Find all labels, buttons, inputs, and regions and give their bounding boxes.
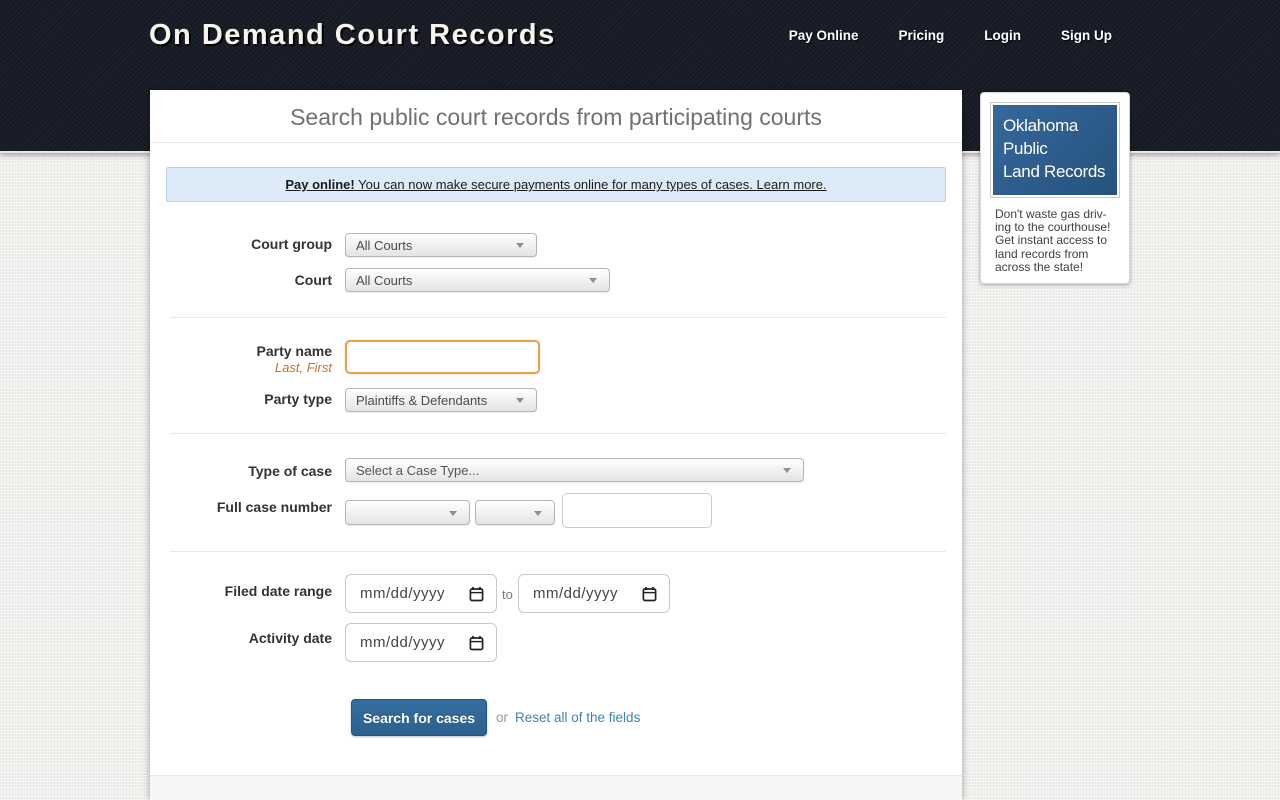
ad-title-line: Oklahoma [1003,116,1079,135]
court-group-select[interactable]: All Courts [345,233,537,257]
nav-sign-up[interactable]: Sign Up [1061,28,1112,43]
ad-text-line: across the state! [995,259,1084,274]
court-label: Court [294,272,332,288]
nav-pay-online[interactable]: Pay Online [789,28,859,43]
banner-bold-text: Pay online! [285,177,355,192]
page: On Demand Court Records Pay Online Prici… [0,0,1280,800]
party-type-select[interactable]: Plaintiffs & Defendants [345,388,537,412]
section-divider [170,317,946,318]
page-title: Search public court records from partici… [150,90,962,143]
section-divider [170,433,946,434]
or-text: or [496,710,509,725]
court-group-label: Court group [251,236,332,252]
case-number-year-select[interactable] [475,500,555,525]
case-number-prefix-select[interactable] [345,500,470,525]
court-select[interactable]: All Courts [345,268,610,292]
ad-title-line: Land Records [1003,162,1106,181]
party-name-input[interactable] [345,340,540,374]
chevron-down-icon [516,243,524,248]
banner-text-wrap: Pay online! You can now make secure paym… [285,177,826,192]
banner-text: You can now make secure payments online … [354,177,757,192]
court-group-value: All Courts [356,238,413,253]
case-type-value: Select a Case Type... [356,463,480,478]
filed-date-range-label: Filed date range [224,583,332,599]
main-nav: Pay Online Pricing Login Sign Up [789,28,1112,43]
filed-date-from-input[interactable]: mm/dd/yyyy [345,574,497,613]
case-type-select[interactable]: Select a Case Type... [345,458,804,482]
section-divider [170,551,946,552]
court-value: All Courts [356,273,413,288]
date-range-joiner: to [502,587,513,602]
ad-text-line: land records from [995,246,1089,261]
search-for-cases-button[interactable]: Search for cases [351,699,487,736]
search-panel: Search public court records from partici… [150,90,962,800]
case-number-input[interactable] [562,493,712,528]
ad-text-line: Get instant access to [995,233,1108,248]
activity-date-label: Activity date [248,630,332,646]
chevron-down-icon [589,278,597,283]
chevron-down-icon [516,398,524,403]
calendar-icon[interactable] [469,635,484,651]
banner-learn-more-link[interactable]: Learn more. [757,177,827,192]
activity-date-input[interactable]: mm/dd/yyyy [345,623,497,662]
chevron-down-icon [449,511,457,516]
date-placeholder: mm/dd/yyyy [360,585,446,602]
land-records-ad-banner[interactable]: Oklahoma Public Land Records [990,102,1120,198]
chevron-down-icon [783,468,791,473]
party-type-value: Plaintiffs & Defendants [356,393,488,408]
card-footer [150,776,962,800]
party-name-hint: Last, First [274,360,332,375]
calendar-icon[interactable] [469,586,484,602]
party-name-label: Party name [256,343,332,359]
date-placeholder: mm/dd/yyyy [533,585,619,602]
pay-online-banner[interactable]: Pay online! You can now make secure paym… [166,167,946,202]
date-placeholder: mm/dd/yyyy [360,634,446,651]
land-records-ad-logo: Oklahoma Public Land Records [993,105,1117,195]
nav-pricing[interactable]: Pricing [898,28,944,43]
land-records-ad: Oklahoma Public Land Records Don't waste… [980,92,1130,284]
case-type-label: Type of case [248,463,332,479]
ad-description: Don't waste gas driv- ing to the courtho… [981,205,1129,274]
calendar-icon[interactable] [642,586,657,602]
site-logo[interactable]: On Demand Court Records [149,19,556,52]
reset-fields-link[interactable]: Reset all of the fields [515,710,640,725]
party-type-label: Party type [264,391,332,407]
case-number-label: Full case number [216,499,332,515]
chevron-down-icon [534,511,542,516]
ad-title-line: Public [1003,139,1048,158]
filed-date-to-input[interactable]: mm/dd/yyyy [518,574,670,613]
nav-login[interactable]: Login [984,28,1021,43]
